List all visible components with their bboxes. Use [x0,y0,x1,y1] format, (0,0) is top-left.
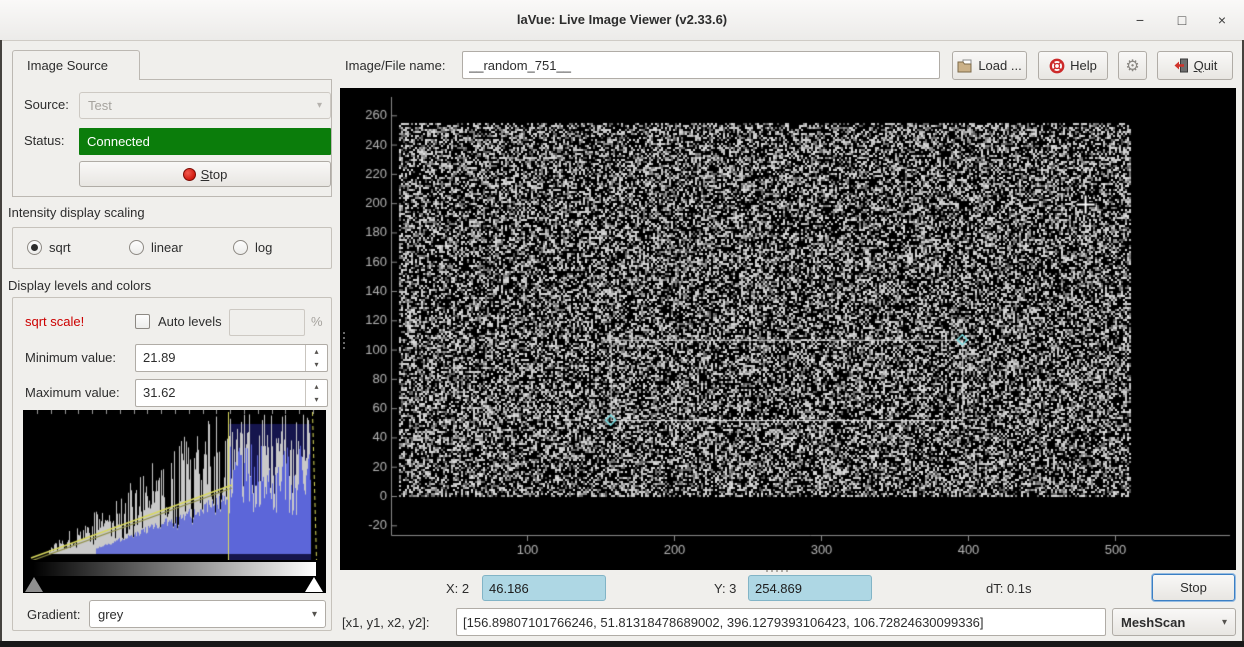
pixel-x-label: X: 2 [446,581,469,596]
radio-log-indicator [233,240,248,255]
pixel-y-label: Y: 3 [714,581,736,596]
max-level-handle[interactable] [305,577,323,592]
auto-levels-percent-field[interactable] [229,309,305,336]
minimize-button[interactable]: − [1128,10,1152,30]
gear-icon: ⚙ [1125,56,1139,76]
splitter-handle-horizontal[interactable] [764,570,789,572]
filename-input[interactable] [462,51,940,79]
settings-button[interactable]: ⚙ [1118,51,1147,80]
stop-source-button[interactable]: Stop [79,161,331,187]
roi-range-input[interactable] [456,608,1106,636]
pixel-x-value: 46.186 [489,581,529,596]
source-select[interactable]: Test ▾ [79,92,331,119]
spin-up-icon[interactable]: ▴ [306,380,327,393]
radio-linear[interactable]: linear [129,240,183,255]
gradient-label: Gradient: [27,607,80,622]
maximum-value-spinbox[interactable]: 31.62 ▴ ▾ [135,379,328,407]
scaling-section-label: Intensity display scaling [8,205,145,220]
tool-select[interactable]: MeshScan ▾ [1112,608,1236,636]
gradient-bar [33,562,316,576]
help-button-label: Help [1070,58,1097,73]
radio-linear-indicator [129,240,144,255]
chevron-down-icon: ▾ [1222,617,1227,628]
load-button-label: Load ... [978,58,1021,73]
min-level-handle[interactable] [25,577,43,592]
chevron-down-icon: ▾ [317,100,322,111]
quit-button-label: Quit [1194,58,1218,73]
close-button[interactable]: × [1210,10,1234,30]
quit-door-icon [1173,58,1189,73]
help-button[interactable]: Help [1038,51,1108,80]
gradient-select-value: grey [98,607,123,622]
load-button[interactable]: Load ... [952,51,1027,80]
lifebuoy-help-icon [1049,58,1065,74]
spin-down-icon[interactable]: ▾ [306,393,327,406]
minimum-value-spinbox[interactable]: 21.89 ▴ ▾ [135,344,328,372]
levels-groupbox: sqrt scale! Auto levels % Minimum value:… [12,297,332,631]
scaling-groupbox: sqrt linear log [12,227,332,269]
auto-levels-checkbox[interactable] [135,314,150,329]
minimum-value: 21.89 [143,350,176,365]
auto-levels-label: Auto levels [158,314,222,329]
scale-warning-label: sqrt scale! [25,314,84,329]
roi-range-label: [x1, y1, x2, y2]: [342,615,429,630]
percent-suffix-label: % [311,314,323,329]
radio-log[interactable]: log [233,240,272,255]
radio-sqrt-indicator [27,240,42,255]
chevron-down-icon: ▾ [312,609,317,620]
status-badge: Connected [79,128,331,155]
status-label: Status: [24,133,64,148]
pixel-x-valuebox: 46.186 [482,575,606,601]
stop-source-button-label: Stop [201,167,228,182]
titlebar: laVue: Live Image Viewer (v2.33.6) − □ × [0,0,1244,41]
minimum-value-label: Minimum value: [25,350,116,365]
stop-viewer-button[interactable]: Stop [1152,574,1235,601]
tab-image-source-label: Image Source [27,58,108,73]
quit-button[interactable]: Quit [1157,51,1233,80]
levels-section-label: Display levels and colors [8,278,151,293]
window-title: laVue: Live Image Viewer (v2.33.6) [0,12,1244,27]
source-select-value: Test [88,98,112,113]
window-border-bottom [0,641,1244,647]
gradient-select[interactable]: grey ▾ [89,600,326,628]
stop-record-icon [183,168,196,181]
image-source-pane: Source: Test ▾ Status: Connected Stop [12,79,332,197]
live-image-plot-area[interactable] [340,88,1236,570]
radio-sqrt-label: sqrt [49,240,71,255]
maximum-value-label: Maximum value: [25,385,120,400]
levels-histogram[interactable] [23,410,326,560]
radio-log-label: log [255,240,272,255]
stop-viewer-button-label: Stop [1180,580,1207,595]
frame-rate-label: dT: 0.1s [986,581,1032,596]
pixel-y-valuebox: 254.869 [748,575,872,601]
tool-select-value: MeshScan [1121,615,1185,630]
radio-sqrt[interactable]: sqrt [27,240,71,255]
live-image-plot[interactable] [340,88,1236,570]
spin-arrows: ▴ ▾ [305,345,327,371]
pixel-y-value: 254.869 [755,581,802,596]
levels-histogram-widget[interactable] [23,410,326,593]
maximize-button[interactable]: □ [1170,10,1194,30]
spin-arrows: ▴ ▾ [305,380,327,406]
maximum-value: 31.62 [143,385,176,400]
window-border-left [0,40,2,641]
filename-label: Image/File name: [345,58,445,73]
spin-down-icon[interactable]: ▾ [306,358,327,371]
status-badge-text: Connected [87,134,150,149]
folder-icon [957,59,973,73]
splitter-handle-vertical[interactable] [343,330,345,350]
app-window: laVue: Live Image Viewer (v2.33.6) − □ ×… [0,0,1244,647]
source-label: Source: [24,97,69,112]
spin-up-icon[interactable]: ▴ [306,345,327,358]
tab-image-source[interactable]: Image Source [12,50,140,80]
radio-linear-label: linear [151,240,183,255]
